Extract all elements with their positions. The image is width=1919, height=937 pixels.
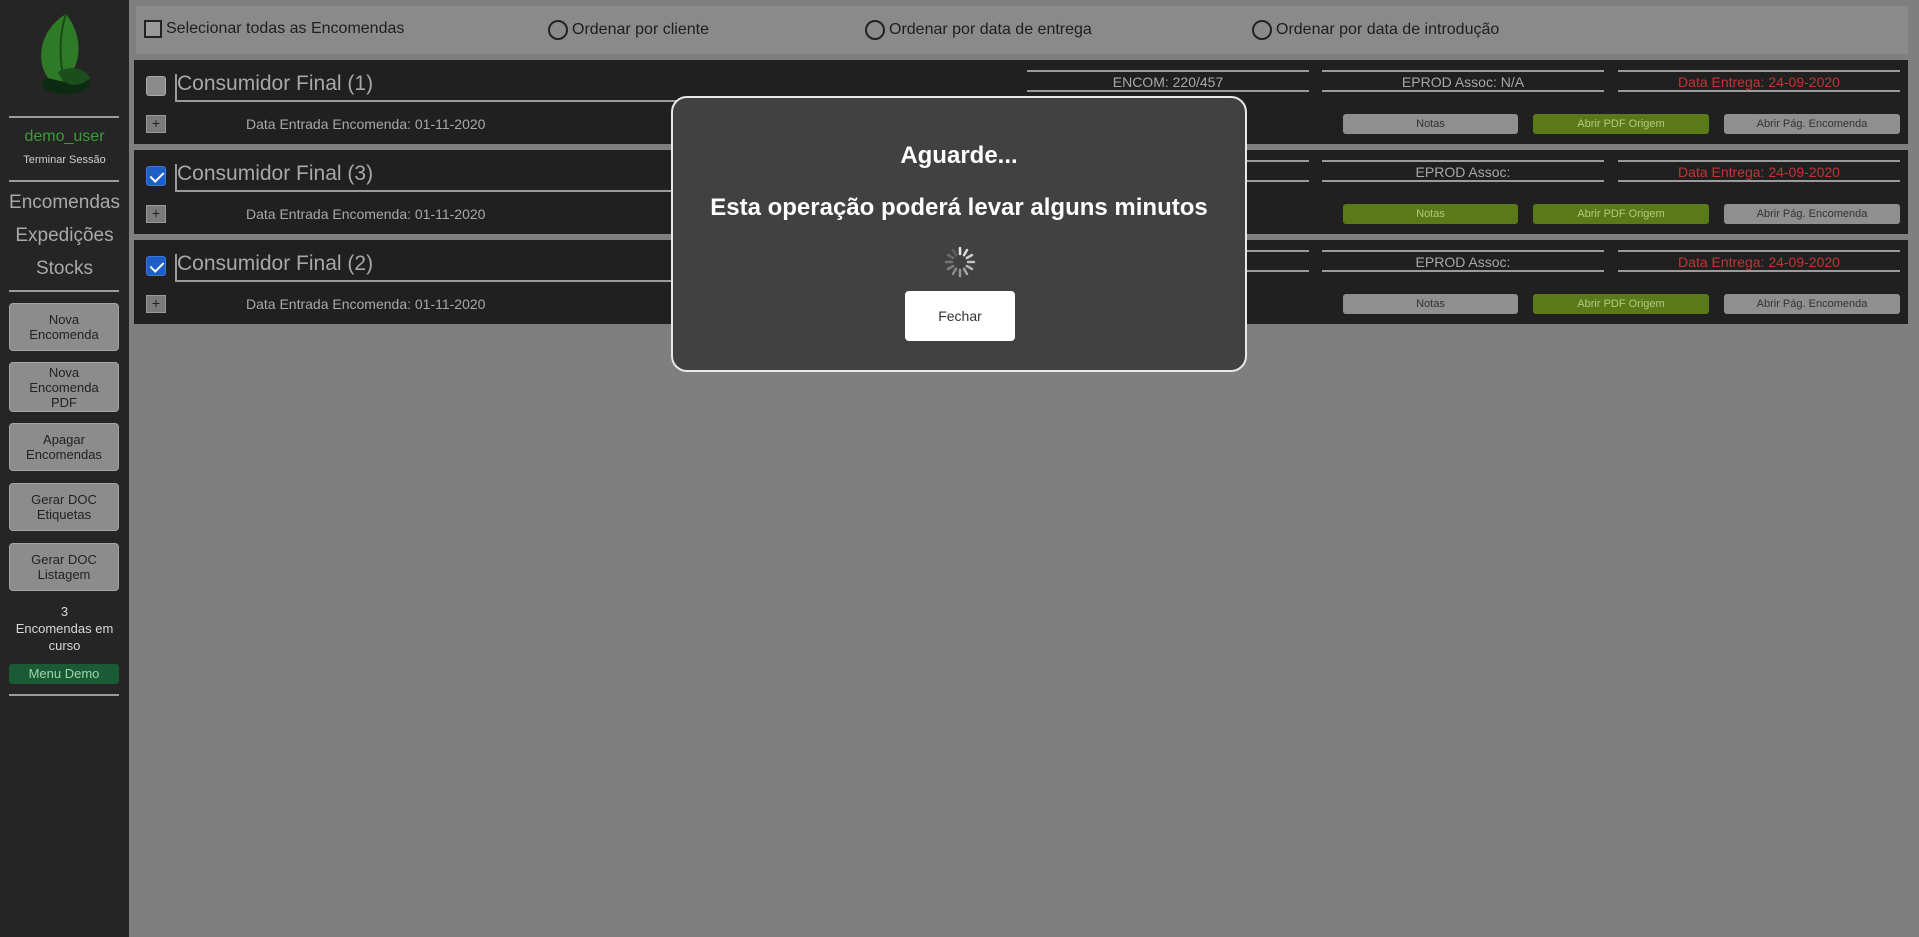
radio-icon[interactable] — [1252, 20, 1272, 40]
order-encom: ENCOM: 220/457 — [1027, 70, 1309, 92]
order-eprod: EPROD Assoc: — [1322, 160, 1604, 182]
open-order-page-button[interactable]: Abrir Pág. Encomenda — [1724, 204, 1900, 224]
new-order-pdf-button[interactable]: Nova Encomenda PDF — [9, 362, 119, 412]
nav-expedicoes[interactable]: Expedições — [0, 225, 129, 247]
wait-dialog: Aguarde... Esta operação poderá levar al… — [671, 96, 1247, 372]
sidebar-divider — [9, 290, 119, 292]
open-pdf-button[interactable]: Abrir PDF Origem — [1533, 204, 1709, 224]
order-delivery-date: Data Entrega: 24-09-2020 — [1618, 160, 1900, 182]
order-checkbox[interactable] — [146, 76, 166, 96]
order-title[interactable]: Consumidor Final (1) — [177, 72, 373, 96]
order-delivery-date: Data Entrega: 24-09-2020 — [1618, 70, 1900, 92]
sort-client-option[interactable]: Ordenar por cliente — [548, 20, 709, 40]
order-title[interactable]: Consumidor Final (2) — [177, 252, 373, 276]
sidebar-divider — [9, 694, 119, 696]
delete-orders-button[interactable]: Apagar Encomendas — [9, 423, 119, 471]
open-order-page-button[interactable]: Abrir Pág. Encomenda — [1724, 294, 1900, 314]
order-delivery-date: Data Entrega: 24-09-2020 — [1618, 250, 1900, 272]
sidebar-divider — [9, 116, 119, 118]
loading-spinner-icon — [944, 246, 976, 278]
sort-intro-option[interactable]: Ordenar por data de introdução — [1252, 20, 1499, 40]
sort-delivery-option[interactable]: Ordenar por data de entrega — [865, 20, 1092, 40]
checkbox-icon[interactable] — [144, 20, 162, 38]
sort-delivery-label: Ordenar por data de entrega — [889, 21, 1092, 38]
sort-client-label: Ordenar por cliente — [572, 21, 709, 38]
dialog-message: Esta operação poderá levar alguns minuto… — [710, 194, 1208, 221]
open-pdf-button[interactable]: Abrir PDF Origem — [1533, 294, 1709, 314]
open-pdf-button[interactable]: Abrir PDF Origem — [1533, 114, 1709, 134]
expand-plus-icon[interactable]: + — [146, 295, 166, 313]
notes-button[interactable]: Notas — [1343, 294, 1518, 314]
radio-icon[interactable] — [548, 20, 568, 40]
title-underline — [177, 280, 697, 282]
order-eprod: EPROD Assoc: — [1322, 250, 1604, 272]
new-order-button[interactable]: Nova Encomenda — [9, 303, 119, 351]
expand-plus-icon[interactable]: + — [146, 115, 166, 133]
close-button[interactable]: Fechar — [905, 291, 1015, 341]
open-order-page-button[interactable]: Abrir Pág. Encomenda — [1724, 114, 1900, 134]
nav-stocks[interactable]: Stocks — [0, 258, 129, 280]
generate-list-button[interactable]: Gerar DOC Listagem — [9, 543, 119, 591]
orders-count-number: 3 — [60, 604, 69, 619]
order-eprod: EPROD Assoc: N/A — [1322, 70, 1604, 92]
order-entry-date: Data Entrada Encomenda: 01-11-2020 — [246, 206, 486, 222]
menu-demo-button[interactable]: Menu Demo — [9, 664, 119, 684]
order-checkbox[interactable] — [146, 256, 166, 276]
sidebar: demo_user Terminar Sessão Encomendas Exp… — [0, 0, 129, 937]
sort-toolbar: Selecionar todas as Encomendas Ordenar p… — [136, 6, 1908, 54]
dialog-title: Aguarde... — [900, 142, 1018, 169]
sort-intro-label: Ordenar por data de introdução — [1276, 21, 1500, 38]
orders-count-label: Encomendas em curso — [15, 621, 114, 653]
order-entry-date: Data Entrada Encomenda: 01-11-2020 — [246, 296, 486, 312]
generate-labels-button[interactable]: Gerar DOC Etiquetas — [9, 483, 119, 531]
notes-button[interactable]: Notas — [1343, 114, 1518, 134]
notes-button[interactable]: Notas — [1343, 204, 1518, 224]
username-label[interactable]: demo_user — [0, 128, 129, 146]
nav-encomendas[interactable]: Encomendas — [0, 192, 129, 214]
order-title[interactable]: Consumidor Final (3) — [177, 162, 373, 186]
order-checkbox[interactable] — [146, 166, 166, 186]
expand-plus-icon[interactable]: + — [146, 205, 166, 223]
select-all-option[interactable]: Selecionar todas as Encomendas — [144, 20, 404, 38]
select-all-label: Selecionar todas as Encomendas — [166, 20, 405, 37]
radio-icon[interactable] — [865, 20, 885, 40]
orders-count: 3 Encomendas em curso — [0, 603, 129, 654]
leaf-logo-icon — [41, 13, 90, 94]
order-entry-date: Data Entrada Encomenda: 01-11-2020 — [246, 116, 486, 132]
title-underline — [177, 190, 697, 192]
logout-link[interactable]: Terminar Sessão — [0, 154, 129, 166]
sidebar-divider — [9, 180, 119, 182]
title-underline — [177, 100, 697, 102]
